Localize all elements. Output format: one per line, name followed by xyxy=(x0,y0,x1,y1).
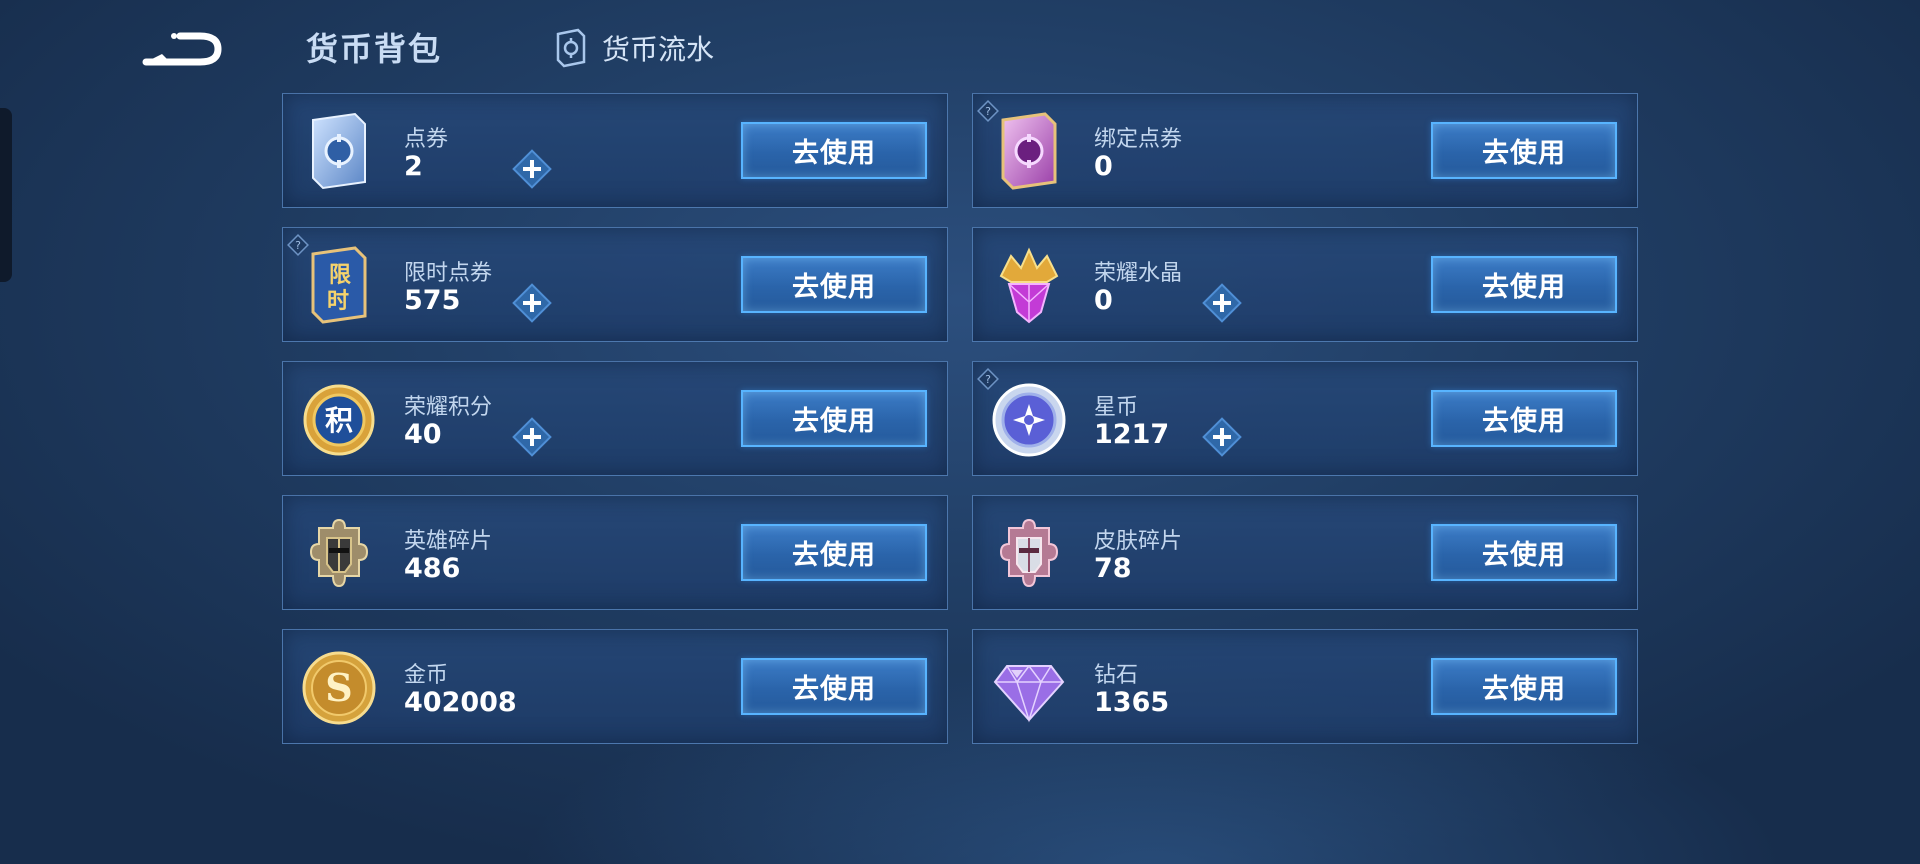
currency-card-glory-points: 积 荣耀积分 40 去使用 xyxy=(282,361,948,476)
currency-card-bound-voucher: ? 绑定点券 0 去使用 xyxy=(972,93,1638,208)
use-glory-points-button[interactable]: 去使用 xyxy=(741,390,927,447)
currency-amount: 1365 xyxy=(1094,687,1170,718)
currency-grid: 点券 2 去使用 ? 绑定点券 0 去使用 ? 限 时 限时点券 575 去使用… xyxy=(282,93,1638,744)
voucher-icon xyxy=(312,112,366,190)
currency-card-gold-coin: S 金币 402008 去使用 xyxy=(282,629,948,744)
use-voucher-button[interactable]: 去使用 xyxy=(741,122,927,179)
currency-flow-label: 货币流水 xyxy=(602,33,715,66)
use-star-coin-button[interactable]: 去使用 xyxy=(1431,390,1617,447)
star-coin-icon xyxy=(992,383,1066,457)
use-hero-fragment-button[interactable]: 去使用 xyxy=(741,524,927,581)
currency-amount: 2 xyxy=(404,151,423,182)
currency-amount: 1217 xyxy=(1094,419,1170,450)
back-button[interactable] xyxy=(140,24,224,70)
currency-amount: 402008 xyxy=(404,687,517,718)
currency-name: 荣耀积分 xyxy=(404,395,493,420)
gold-coin-char: S xyxy=(325,665,352,710)
limited-icon-char-2: 时 xyxy=(327,289,349,314)
currency-name: 英雄碎片 xyxy=(404,529,493,554)
limited-voucher-icon: 限 时 xyxy=(311,246,367,324)
currency-name: 钻石 xyxy=(1094,663,1139,688)
currency-name: 绑定点券 xyxy=(1094,127,1183,152)
use-glory-crystal-button[interactable]: 去使用 xyxy=(1431,256,1617,313)
currency-card-skin-fragment: 皮肤碎片 78 去使用 xyxy=(972,495,1638,610)
back-arrow-icon xyxy=(142,32,222,66)
bound-voucher-icon xyxy=(1001,112,1057,190)
currency-name: 点券 xyxy=(404,127,449,152)
gold-coin-icon: S xyxy=(302,651,376,725)
use-bound-voucher-button[interactable]: 去使用 xyxy=(1431,122,1617,179)
limited-icon-char-1: 限 xyxy=(329,263,351,288)
ticket-icon xyxy=(556,28,586,68)
use-diamond-button[interactable]: 去使用 xyxy=(1431,658,1617,715)
add-voucher-button[interactable] xyxy=(511,148,553,190)
glory-crystal-icon xyxy=(999,247,1059,324)
currency-amount: 40 xyxy=(404,419,442,450)
currency-card-voucher: 点券 2 去使用 xyxy=(282,93,948,208)
page-title: 货币背包 xyxy=(306,30,443,68)
currency-amount: 0 xyxy=(1094,285,1113,316)
currency-card-limited-voucher: ? 限 时 限时点券 575 去使用 xyxy=(282,227,948,342)
glory-points-char: 积 xyxy=(325,404,353,437)
currency-amount: 575 xyxy=(404,285,461,316)
currency-card-star-coin: ? 星币 1217 去使用 xyxy=(972,361,1638,476)
add-glory-points-button[interactable] xyxy=(511,416,553,458)
diamond-icon xyxy=(993,664,1065,723)
add-glory-crystal-button[interactable] xyxy=(1201,282,1243,324)
add-limited-voucher-button[interactable] xyxy=(511,282,553,324)
use-gold-coin-button[interactable]: 去使用 xyxy=(741,658,927,715)
currency-flow-tab[interactable]: 货币流水 xyxy=(554,28,714,68)
use-limited-voucher-button[interactable]: 去使用 xyxy=(741,256,927,313)
currency-name: 金币 xyxy=(404,663,449,688)
currency-amount: 0 xyxy=(1094,151,1113,182)
skin-fragment-icon xyxy=(999,518,1059,588)
side-handle xyxy=(0,108,12,282)
currency-card-hero-fragment: 英雄碎片 486 去使用 xyxy=(282,495,948,610)
currency-card-glory-crystal: 荣耀水晶 0 去使用 xyxy=(972,227,1638,342)
use-skin-fragment-button[interactable]: 去使用 xyxy=(1431,524,1617,581)
currency-name: 星币 xyxy=(1094,395,1139,420)
currency-name: 限时点券 xyxy=(404,261,493,286)
currency-name: 荣耀水晶 xyxy=(1094,261,1183,286)
currency-card-diamond: 钻石 1365 去使用 xyxy=(972,629,1638,744)
glory-points-icon: 积 xyxy=(303,384,375,456)
currency-name: 皮肤碎片 xyxy=(1094,529,1183,554)
currency-amount: 78 xyxy=(1094,553,1132,584)
currency-amount: 486 xyxy=(404,553,461,584)
add-star-coin-button[interactable] xyxy=(1201,416,1243,458)
hero-fragment-icon xyxy=(309,518,369,588)
